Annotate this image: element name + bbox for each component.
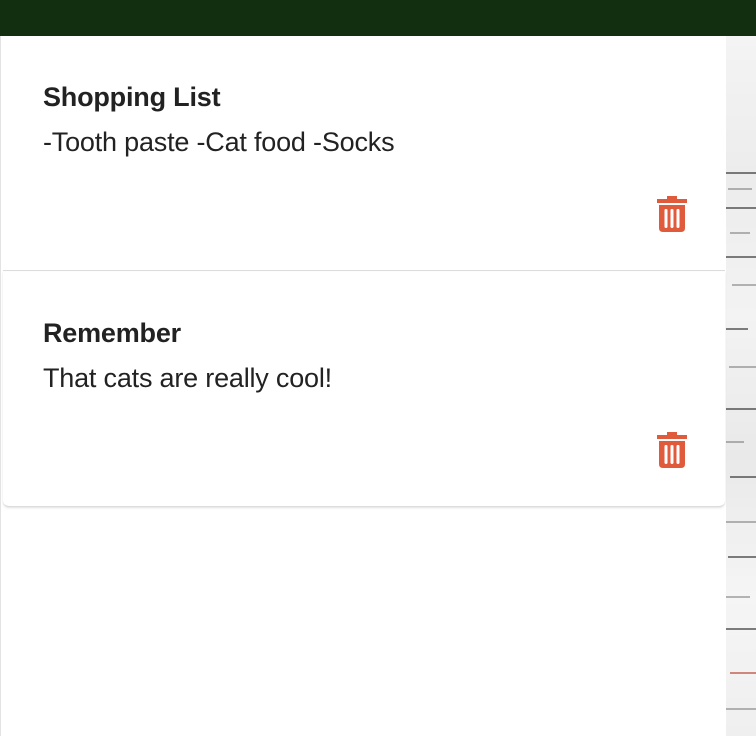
note-card: Shopping List -Tooth paste -Cat food -So… <box>3 36 725 271</box>
background-image <box>726 36 756 736</box>
note-card: Remember That cats are really cool! <box>3 272 725 507</box>
note-title: Shopping List <box>43 82 221 112</box>
trash-icon <box>657 196 687 232</box>
notes-panel: Shopping List -Tooth paste -Cat food -So… <box>0 36 726 736</box>
delete-note-button[interactable] <box>653 192 691 236</box>
note-content: That cats are really cool! <box>43 363 332 393</box>
note-title: Remember <box>43 318 181 348</box>
delete-note-button[interactable] <box>653 428 691 472</box>
note-content: -Tooth paste -Cat food -Socks <box>43 127 395 157</box>
top-header-bar <box>0 0 756 36</box>
trash-icon <box>657 432 687 468</box>
